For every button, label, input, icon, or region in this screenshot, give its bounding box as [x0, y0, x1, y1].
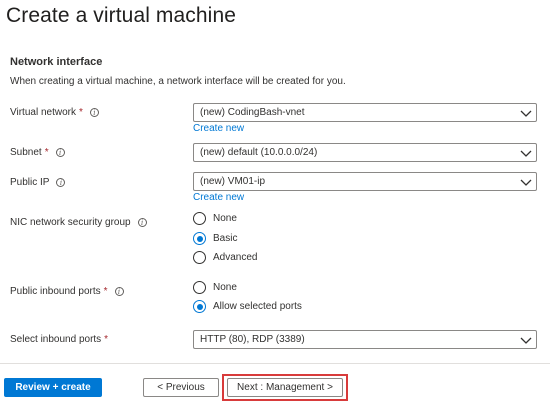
nsg-label: NIC network security group i [10, 217, 147, 228]
chevron-down-icon [520, 179, 532, 186]
select-inbound-ports-value: HTTP (80), RDP (3389) [200, 334, 305, 345]
public-ip-label: Public IP i [10, 177, 66, 188]
select-inbound-ports-label: Select inbound ports * [10, 334, 109, 345]
nsg-option-advanced[interactable]: Advanced [193, 251, 257, 264]
nsg-option-none[interactable]: None [193, 212, 237, 225]
info-icon[interactable]: i [89, 108, 99, 117]
next-management-button[interactable]: Next : Management > [227, 378, 343, 397]
section-description: When creating a virtual machine, a netwo… [10, 76, 346, 87]
review-create-button[interactable]: Review + create [4, 378, 102, 397]
radio-circle[interactable] [193, 300, 206, 313]
required-marker: * [103, 286, 108, 297]
subnet-value: (new) default (10.0.0.0/24) [200, 147, 318, 158]
public-inbound-ports-label: Public inbound ports * i [10, 286, 124, 297]
subnet-dropdown[interactable]: (new) default (10.0.0.0/24) [193, 143, 537, 162]
required-marker: * [104, 334, 109, 345]
footer-divider [0, 363, 550, 364]
inbound-ports-option-none[interactable]: None [193, 281, 237, 294]
virtual-network-dropdown[interactable]: (new) CodingBash-vnet [193, 103, 537, 122]
chevron-down-icon [520, 150, 532, 157]
radio-circle[interactable] [193, 232, 206, 245]
virtual-network-value: (new) CodingBash-vnet [200, 107, 305, 118]
virtual-network-create-new-link[interactable]: Create new [193, 123, 244, 134]
page-title: Create a virtual machine [6, 4, 237, 27]
required-marker: * [78, 107, 83, 118]
nsg-option-basic[interactable]: Basic [193, 232, 237, 245]
inbound-ports-option-allow[interactable]: Allow selected ports [193, 300, 302, 313]
radio-circle[interactable] [193, 251, 206, 264]
required-marker: * [44, 147, 49, 158]
subnet-label: Subnet * i [10, 147, 65, 158]
select-inbound-ports-dropdown[interactable]: HTTP (80), RDP (3389) [193, 330, 537, 349]
virtual-network-label: Virtual network * i [10, 107, 99, 118]
public-ip-create-new-link[interactable]: Create new [193, 192, 244, 203]
section-title: Network interface [10, 56, 103, 68]
info-icon[interactable]: i [137, 218, 147, 227]
more-options-icon[interactable]: ··· [214, 5, 229, 19]
public-ip-value: (new) VM01-ip [200, 176, 266, 187]
public-ip-dropdown[interactable]: (new) VM01-ip [193, 172, 537, 191]
info-icon[interactable]: i [55, 148, 65, 157]
chevron-down-icon [520, 337, 532, 344]
previous-button[interactable]: < Previous [143, 378, 219, 397]
chevron-down-icon [520, 110, 532, 117]
radio-circle[interactable] [193, 212, 206, 225]
info-icon[interactable]: i [56, 178, 66, 187]
radio-circle[interactable] [193, 281, 206, 294]
info-icon[interactable]: i [114, 287, 124, 296]
